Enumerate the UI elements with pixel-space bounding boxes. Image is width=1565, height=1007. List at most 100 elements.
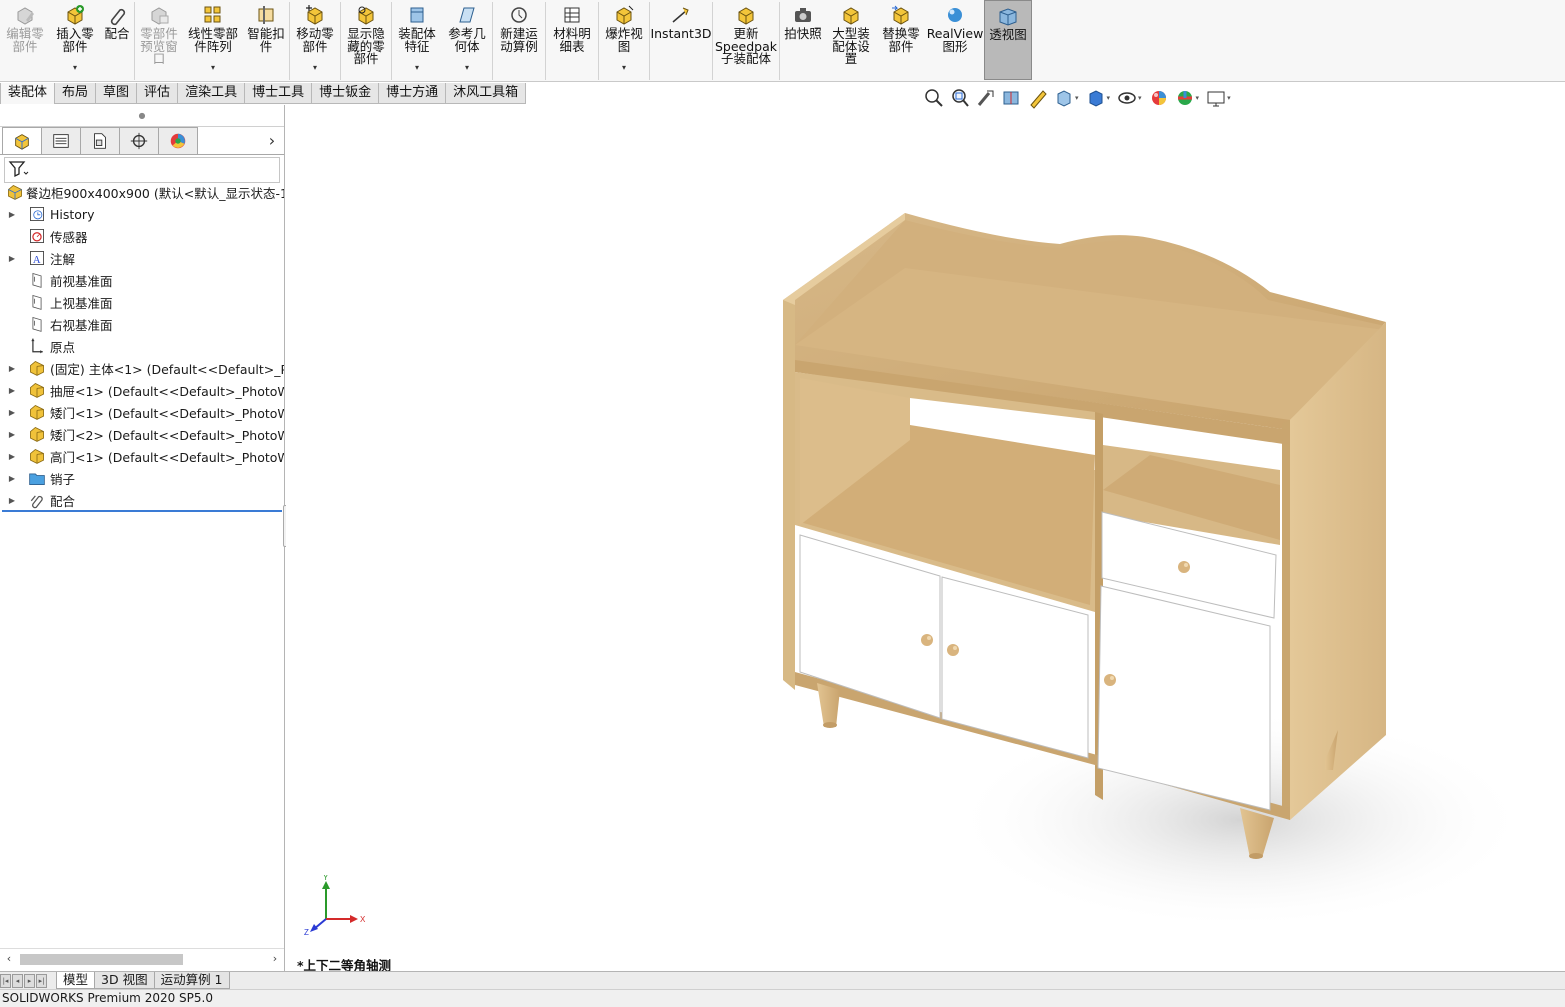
dimxpert-icon[interactable] (119, 127, 159, 154)
graphics-area[interactable]: Y X Z (286, 105, 1565, 971)
scroll-right-arrow[interactable]: › (266, 952, 284, 965)
show-hidden-button[interactable]: 显示隐 藏的零 部件 (341, 0, 391, 80)
mate-button[interactable]: 配合 (100, 0, 134, 80)
section-view-icon[interactable] (1000, 87, 1024, 109)
large-assembly-button[interactable]: 大型装 配体设 置 (826, 0, 876, 80)
display-style-icon[interactable] (1084, 87, 1108, 109)
low-door-2[interactable] (941, 576, 1089, 759)
instant3d-button[interactable]: Instant3D (650, 0, 712, 80)
tree-item[interactable]: 右视基准面 (0, 313, 284, 335)
tab-1[interactable]: 布局 (54, 83, 97, 104)
filter-icon[interactable] (8, 160, 30, 181)
chevron-down-icon[interactable]: ▾ (1138, 94, 1142, 102)
tab-7[interactable]: 博士方通 (378, 83, 447, 104)
linear-pattern-button[interactable]: 线性零部 件阵列 ▾ (183, 0, 243, 80)
bottom-tab-0[interactable]: 模型 (56, 972, 96, 989)
chevron-down-icon[interactable]: ▾ (1075, 94, 1079, 102)
tree-item[interactable]: 前视基准面 (0, 269, 284, 291)
tree-item[interactable]: ▶ 高门<1> (Default<<Default>_PhotoWorks Dis… (0, 445, 284, 467)
exploded-view-button[interactable]: 爆炸视 图 ▾ (599, 0, 649, 80)
tree-item[interactable]: ▶ A 注解 (0, 247, 284, 269)
tree-item[interactable]: 上视基准面 (0, 291, 284, 313)
tree-rollback-bar[interactable] (2, 510, 282, 512)
configurationmanager-icon[interactable] (80, 127, 120, 154)
scroll-left-arrow[interactable]: ‹ (0, 952, 18, 965)
expand-arrow-icon[interactable]: ▶ (6, 386, 18, 395)
view-orientation-icon[interactable] (1052, 87, 1076, 109)
previous-view-icon[interactable] (974, 87, 998, 109)
move-component-button[interactable]: 移动零 部件 ▾ (290, 0, 340, 80)
chevron-down-icon[interactable]: ▾ (1227, 94, 1231, 102)
bottom-tab-2[interactable]: 运动算例 1 (153, 972, 230, 989)
tab-8[interactable]: 沐风工具箱 (445, 83, 527, 104)
new-motion-study-button[interactable]: 新建运 动算例 (493, 0, 545, 80)
tab-4[interactable]: 渲染工具 (177, 83, 246, 104)
tab-0[interactable]: 装配体 (0, 83, 56, 104)
insert-component-button[interactable]: 插入零 部件 ▾ (50, 0, 100, 80)
dropdown-arrow-icon[interactable]: ▾ (442, 62, 492, 75)
expand-arrow-icon[interactable]: ▶ (6, 254, 18, 263)
tree-item[interactable]: ▶ 矮门<1> (Default<<Default>_PhotoWorks Dis… (0, 401, 284, 423)
component-preview-button[interactable]: 零部件 预览窗 口 (135, 0, 183, 80)
tree-item[interactable]: ▶ History (0, 203, 284, 225)
reference-geometry-button[interactable]: 参考几 何体 ▾ (442, 0, 492, 80)
update-speedpak-button[interactable]: 更新 Speedpak 子装配体 (713, 0, 779, 80)
expand-arrow-icon[interactable]: ▶ (6, 210, 18, 219)
tab-3[interactable]: 评估 (136, 83, 179, 104)
tree-root-assembly[interactable]: 餐边柜900x400x900 (默认<默认_显示状态-1>) (0, 181, 284, 203)
realview-button[interactable]: RealView 图形 (926, 0, 984, 80)
dropdown-arrow-icon[interactable]: ▾ (599, 62, 649, 75)
chevron-down-icon[interactable]: ▾ (1107, 94, 1111, 102)
assembly-features-button[interactable]: 装配体 特征 ▾ (392, 0, 442, 80)
expand-arrow-icon[interactable]: ▶ (6, 474, 18, 483)
next-tab-button[interactable]: ▸ (24, 973, 35, 988)
more-tabs-chevron-icon[interactable]: › (260, 127, 284, 154)
last-tab-button[interactable]: ▸| (36, 973, 47, 988)
tab-6[interactable]: 博士钣金 (311, 83, 380, 104)
take-snapshot-button[interactable]: 拍快照 (780, 0, 826, 80)
dropdown-arrow-icon[interactable]: ▾ (50, 62, 100, 75)
smart-fasteners-button[interactable]: 智能扣 件 (243, 0, 289, 80)
edit-appearance-icon[interactable] (1147, 87, 1171, 109)
tree-horizontal-scrollbar[interactable]: ‹ › (0, 948, 284, 968)
tree-item[interactable]: ▶ 矮门<2> (Default<<Default>_PhotoWorks Dis… (0, 423, 284, 445)
dynamic-annotation-icon[interactable] (1026, 87, 1050, 109)
tab-5[interactable]: 博士工具 (244, 83, 313, 104)
tree-item[interactable]: ▶ 抽屉<1> (Default<<Default>_PhotoWorks Dis… (0, 379, 284, 401)
expand-arrow-icon[interactable]: ▶ (6, 408, 18, 417)
dropdown-arrow-icon[interactable]: ▾ (290, 62, 340, 75)
dropdown-arrow-icon[interactable]: ▾ (392, 62, 442, 75)
expand-arrow-icon[interactable]: ▶ (6, 452, 18, 461)
perspective-button[interactable]: 透视图 (984, 0, 1032, 80)
apply-scene-icon[interactable] (1173, 87, 1197, 109)
tree-filter[interactable] (4, 157, 280, 183)
panel-grip[interactable]: ● (0, 105, 284, 127)
tree-item[interactable]: ▶ 销子 (0, 467, 284, 489)
tree-item[interactable]: 传感器 (0, 225, 284, 247)
expand-arrow-icon[interactable]: ▶ (6, 496, 18, 505)
chevron-down-icon[interactable]: ▾ (1196, 94, 1200, 102)
scroll-track[interactable] (18, 952, 266, 966)
cabinet-model[interactable] (286, 105, 1565, 971)
scroll-thumb[interactable] (20, 953, 183, 965)
bill-of-materials-button[interactable]: 材料明 细表 (546, 0, 598, 80)
tree-item[interactable]: ▶ 配合 (0, 489, 284, 511)
tab-2[interactable]: 草图 (95, 83, 138, 104)
prev-tab-button[interactable]: ◂ (12, 973, 23, 988)
first-tab-button[interactable]: |◂ (0, 973, 11, 988)
hide-show-icon[interactable] (1115, 87, 1139, 109)
zoom-to-area-icon[interactable] (948, 87, 972, 109)
expand-arrow-icon[interactable]: ▶ (6, 430, 18, 439)
dropdown-arrow-icon[interactable]: ▾ (183, 62, 243, 75)
zoom-to-fit-icon[interactable] (922, 87, 946, 109)
edit-component-button[interactable]: 编辑零 部件 (0, 0, 50, 80)
replace-components-button[interactable]: 替换零 部件 (876, 0, 926, 80)
displaymanager-icon[interactable] (158, 127, 198, 154)
propertymanager-icon[interactable] (41, 127, 81, 154)
featuremanager-icon[interactable] (2, 127, 42, 154)
view-settings-icon[interactable] (1204, 87, 1228, 109)
tree-item[interactable]: 原点 (0, 335, 284, 357)
expand-arrow-icon[interactable]: ▶ (6, 364, 18, 373)
tree-item[interactable]: ▶ (固定) 主体<1> (Default<<Default>_PhotoWork… (0, 357, 284, 379)
bottom-tab-1[interactable]: 3D 视图 (94, 972, 155, 989)
